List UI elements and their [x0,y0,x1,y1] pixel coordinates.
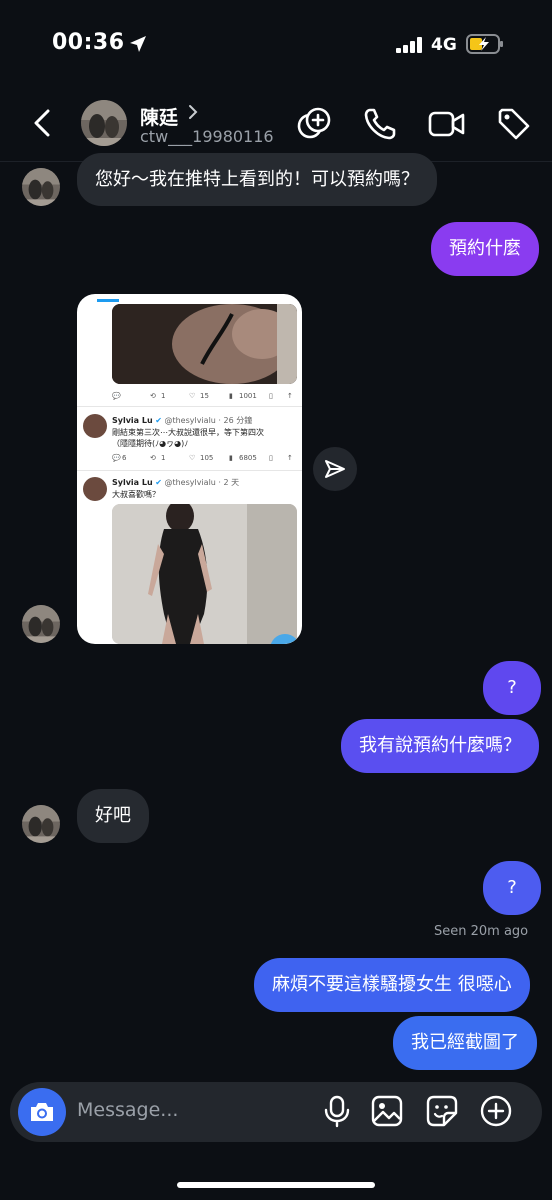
message-text: 預約什麼 [449,238,521,259]
battery-charging-icon [466,34,504,58]
tweet-handle: @thesylvialu · 2 天 [164,478,240,487]
message-received[interactable]: 好吧 [77,789,149,843]
status-time: 00:36 [52,30,125,55]
avatar[interactable] [22,605,60,643]
message-sent[interactable]: 麻煩不要這樣騷擾女生 很噁心 [254,958,530,1012]
verified-icon: ✔ [155,416,162,425]
message-text: ? [507,677,517,698]
camera-icon[interactable] [18,1088,66,1136]
avatar [83,414,107,438]
tweet-text: 大叔喜歡嗎？ [112,490,160,499]
avatar [83,477,107,501]
message-sent[interactable]: 預約什麼 [431,222,539,276]
tweet-text: 剛結束第三次⋯大叔說還很早，等下第四次 （隱隱期待(ﾉ◕ヮ◕)ﾉ [112,428,264,448]
message-text: 我有說預約什麼嗎？ [359,735,521,756]
effects-icon[interactable] [296,106,332,142]
verified-icon: ✔ [155,478,162,487]
tweet-header: Sylvia Lu ✔ @thesylvialu · 26 分鐘 [112,415,252,426]
send-icon[interactable] [313,447,357,491]
microphone-icon[interactable] [320,1094,354,1128]
tweet-actions: 💬 6 ⟲ 1 ♡ 105 ▮ 6805 ▯ ↑ [112,454,293,462]
sticker-icon[interactable] [425,1094,459,1128]
network-type: 4G [431,35,457,55]
home-indicator [177,1182,375,1188]
signal-icon [396,37,424,57]
phone-icon[interactable] [362,106,398,142]
tag-icon[interactable] [496,106,532,142]
avatar[interactable] [81,100,127,146]
message-sent[interactable]: 我有說預約什麼嗎？ [341,719,539,773]
avatar[interactable] [22,168,60,206]
message-text: 您好～我在推特上看到的！可以預約嗎？ [95,168,419,190]
post-photo[interactable] [112,304,297,384]
tweet-header: Sylvia Lu ✔ @thesylvialu · 2 天 [112,477,239,488]
post-photo[interactable] [112,504,297,644]
tweet-author: Sylvia Lu [112,478,153,487]
message-sent[interactable]: ? [483,861,541,915]
message-sent[interactable]: 我已經截圖了 [393,1016,537,1070]
tweet-handle: @thesylvialu · 26 分鐘 [164,416,253,425]
message-input[interactable]: Message... [77,1099,178,1121]
tweet-author: Sylvia Lu [112,416,153,425]
message-text: ? [507,877,517,898]
message-text: 好吧 [95,805,131,826]
scroll-indicator [97,299,119,302]
contact-username[interactable]: ctw___19980116 [140,127,274,146]
add-icon[interactable] [479,1094,513,1128]
message-text: 麻煩不要這樣騷擾女生 很噁心 [272,974,512,995]
tweet-divider [77,470,302,471]
message-sent[interactable]: ? [483,661,541,715]
contact-name[interactable]: 陳廷 [140,103,178,130]
tweet-actions: 💬 ⟲ 1 ♡ 15 ▮ 1001 ▯ ↑ [112,392,293,400]
back-chevron-icon[interactable] [30,108,56,138]
message-text: 我已經截圖了 [411,1032,519,1053]
seen-status: Seen 20m ago [434,924,529,939]
gallery-icon[interactable] [370,1094,404,1128]
avatar[interactable] [22,805,60,843]
message-received[interactable]: 您好～我在推特上看到的！可以預約嗎？ [77,153,437,206]
location-arrow-icon [128,34,148,58]
shared-post[interactable]: 💬 ⟲ 1 ♡ 15 ▮ 1001 ▯ ↑ Sylvia Lu ✔ @thesylvia… [77,294,302,644]
chevron-right-icon[interactable] [187,104,199,124]
video-icon[interactable] [428,106,465,142]
tweet-divider [77,406,302,407]
